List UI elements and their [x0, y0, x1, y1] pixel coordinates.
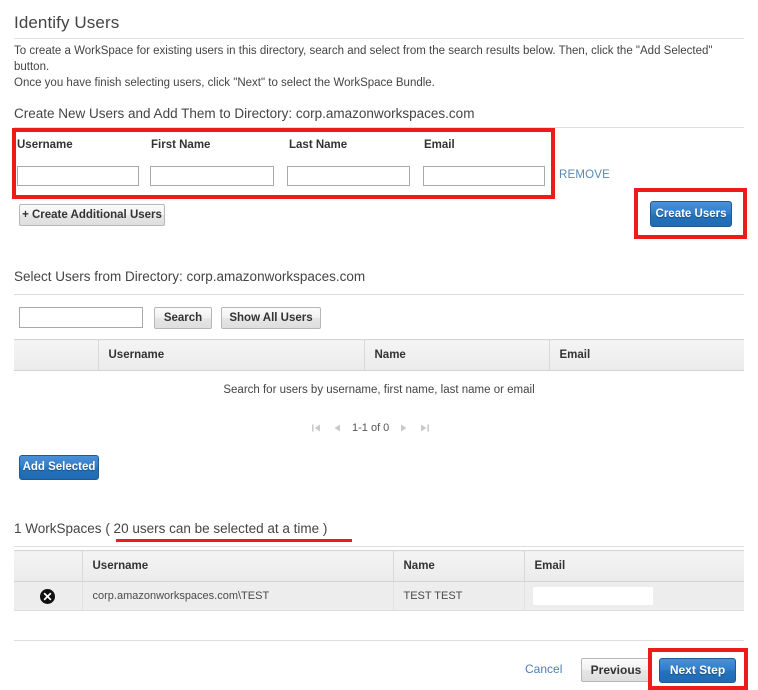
workspaces-row-email-cell [524, 581, 744, 611]
next-step-label: Next Step [669, 663, 726, 677]
workspaces-count: 1 WorkSpaces [14, 521, 102, 536]
directory-col-username: Username [98, 339, 365, 371]
select-users-divider [14, 294, 744, 295]
workspaces-heading: 1 WorkSpaces ( 20 users can be selected … [14, 521, 327, 536]
remove-user-row-link[interactable]: REMOVE [559, 169, 610, 181]
first-page-icon[interactable] [310, 422, 322, 434]
create-users-heading: Create New Users and Add Them to Directo… [14, 106, 475, 121]
directory-col-select [14, 339, 99, 371]
label-last-name: Last Name [289, 139, 348, 151]
search-button-label: Search [163, 312, 203, 324]
intro-text: To create a WorkSpace for existing users… [14, 43, 746, 91]
directory-col-name: Name [364, 339, 550, 371]
page-title: Identify Users [14, 13, 120, 32]
directory-table-header-row: Username Name Email [14, 339, 744, 371]
new-user-email-input[interactable] [423, 166, 545, 186]
add-selected-label: Add Selected [22, 461, 96, 473]
create-users-label: Create Users [655, 208, 727, 220]
workspaces-col-action [14, 550, 83, 582]
new-user-first-name-input[interactable] [150, 166, 274, 186]
table-row: corp.amazonworkspaces.com\TEST TEST TEST [14, 581, 744, 611]
intro-line-1: To create a WorkSpace for existing users… [14, 45, 713, 73]
footer-divider [14, 640, 744, 641]
workspaces-table: Username Name Email corp.amazonworkspace… [14, 550, 744, 611]
directory-col-email: Email [549, 339, 744, 371]
label-email: Email [424, 139, 455, 151]
create-users-button[interactable]: Create Users [650, 201, 732, 227]
highlight-underline-workspaces-note [116, 539, 352, 542]
workspaces-table-header-row: Username Name Email [14, 550, 744, 582]
create-additional-users-button[interactable]: + Create Additional Users [19, 204, 165, 226]
select-users-heading: Select Users from Directory: corp.amazon… [14, 269, 366, 284]
label-first-name: First Name [151, 139, 211, 151]
workspaces-col-email: Email [524, 550, 744, 582]
previous-button[interactable]: Previous [581, 658, 651, 682]
create-users-divider [14, 127, 744, 128]
identify-users-page: Identify Users To create a WorkSpace for… [0, 0, 758, 690]
workspaces-divider [14, 546, 744, 547]
label-username: Username [17, 139, 73, 151]
directory-empty-hint: Search for users by username, first name… [223, 384, 535, 396]
workspaces-row-email-input[interactable] [532, 587, 653, 605]
workspaces-row-name: TEST TEST [393, 581, 525, 611]
pagination-controls: 1-1 of 0 [310, 422, 431, 434]
workspaces-col-username: Username [82, 550, 394, 582]
workspaces-row-username: corp.amazonworkspaces.com\TEST [82, 581, 394, 611]
new-user-username-input[interactable] [17, 166, 139, 186]
show-all-users-button[interactable]: Show All Users [221, 307, 321, 329]
intro-line-2: Once you have finish selecting users, cl… [14, 77, 435, 89]
previous-page-icon[interactable] [331, 422, 343, 434]
new-user-last-name-input[interactable] [287, 166, 410, 186]
workspaces-row-action-cell [14, 581, 83, 611]
highlight-box-new-user-row [12, 128, 555, 199]
next-step-button[interactable]: Next Step [659, 658, 736, 683]
add-selected-button[interactable]: Add Selected [19, 455, 99, 480]
show-all-users-label: Show All Users [229, 312, 313, 324]
previous-button-label: Previous [590, 663, 642, 677]
last-page-icon[interactable] [419, 422, 431, 434]
pagination-range-text: 1-1 of 0 [352, 422, 390, 434]
remove-circle-icon[interactable] [40, 588, 56, 604]
user-search-input[interactable] [19, 307, 143, 328]
workspaces-col-name: Name [393, 550, 525, 582]
workspaces-note: ( 20 users can be selected at a time ) [105, 521, 328, 536]
next-page-icon[interactable] [398, 422, 410, 434]
directory-results-table: Username Name Email [14, 339, 744, 371]
cancel-button[interactable]: Cancel [525, 662, 562, 676]
create-additional-users-label: + Create Additional Users [22, 209, 162, 221]
title-divider [14, 38, 744, 39]
search-button[interactable]: Search [154, 307, 212, 329]
